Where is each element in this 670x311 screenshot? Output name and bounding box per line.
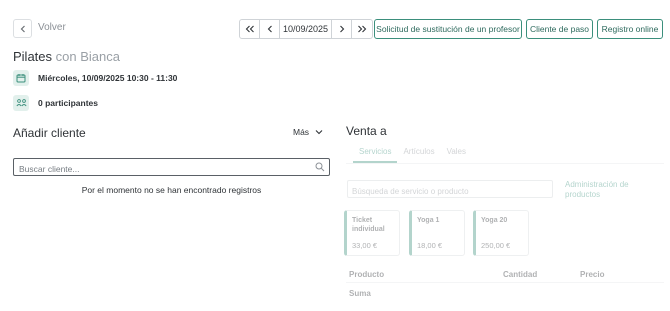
column-header-price: Precio [580, 270, 605, 279]
next-day-button[interactable] [332, 20, 352, 38]
product-search-box [347, 180, 553, 200]
chevron-left-icon [20, 25, 25, 32]
first-page-button[interactable] [240, 20, 260, 38]
sale-tabs: Servicios Artículos Vales [353, 147, 472, 163]
product-search-input[interactable] [348, 183, 548, 200]
group-icon [13, 95, 29, 111]
product-price: 250,00 € [481, 241, 511, 250]
sale-heading: Venta a [346, 124, 387, 138]
last-page-button[interactable] [352, 20, 372, 38]
product-name: Yoga 20 [481, 217, 508, 224]
table-divider [346, 282, 664, 283]
instructor-name: con Bianca [55, 49, 120, 64]
product-price: 18,00 € [417, 241, 443, 250]
product-card[interactable]: Yoga 20 250,00 € [473, 210, 529, 256]
tab-services[interactable]: Servicios [353, 147, 398, 163]
product-price: 33,00 € [352, 241, 378, 250]
more-dropdown[interactable]: Más [293, 127, 323, 137]
product-card[interactable]: Yoga 1 18,00 € [409, 210, 465, 256]
column-header-product: Producto [349, 270, 385, 279]
class-name: Pilates [13, 49, 53, 64]
add-client-heading: Añadir cliente [13, 126, 86, 140]
participants-count: 0 participantes [38, 98, 98, 108]
current-date[interactable]: 10/09/2025 [280, 20, 332, 38]
more-label: Más [293, 127, 310, 137]
client-search-input[interactable] [14, 161, 304, 177]
walkin-client-button[interactable]: Cliente de paso [526, 19, 593, 39]
session-datetime: Miércoles, 10/09/2025 10:30 - 11:30 [38, 73, 178, 83]
back-label[interactable]: Volver [38, 22, 66, 33]
page-title: Pilates con Bianca [13, 49, 120, 64]
search-icon [315, 162, 325, 172]
double-chevron-right-icon [358, 25, 367, 33]
tabs-divider [346, 163, 664, 164]
double-chevron-left-icon [245, 25, 254, 33]
session-datetime-row: Miércoles, 10/09/2025 10:30 - 11:30 [13, 70, 177, 86]
chevron-left-icon [267, 25, 272, 33]
product-admin-link[interactable]: Administración de productos [565, 180, 645, 200]
previous-day-button[interactable] [260, 20, 280, 38]
product-name: Yoga 1 [417, 217, 440, 224]
product-name: Ticket individual [352, 217, 385, 233]
chevron-right-icon [339, 25, 344, 33]
chevron-down-icon [315, 130, 323, 135]
substitution-request-button[interactable]: Solicitud de sustitución de un profesor [374, 19, 522, 39]
date-navigator: 10/09/2025 [239, 19, 373, 39]
tab-vouchers[interactable]: Vales [441, 147, 472, 163]
online-registration-button[interactable]: Registro online [597, 19, 663, 39]
calendar-icon [13, 70, 29, 86]
product-card[interactable]: Ticket individual 33,00 € [344, 210, 400, 256]
total-label: Suma [349, 289, 371, 298]
tab-articles[interactable]: Artículos [397, 147, 440, 163]
back-button[interactable] [13, 19, 32, 38]
client-search-box [13, 158, 330, 177]
participants-row: 0 participantes [13, 95, 98, 111]
empty-results-message: Por el momento no se han encontrado regi… [81, 185, 262, 195]
column-header-quantity: Cantidad [503, 270, 538, 279]
